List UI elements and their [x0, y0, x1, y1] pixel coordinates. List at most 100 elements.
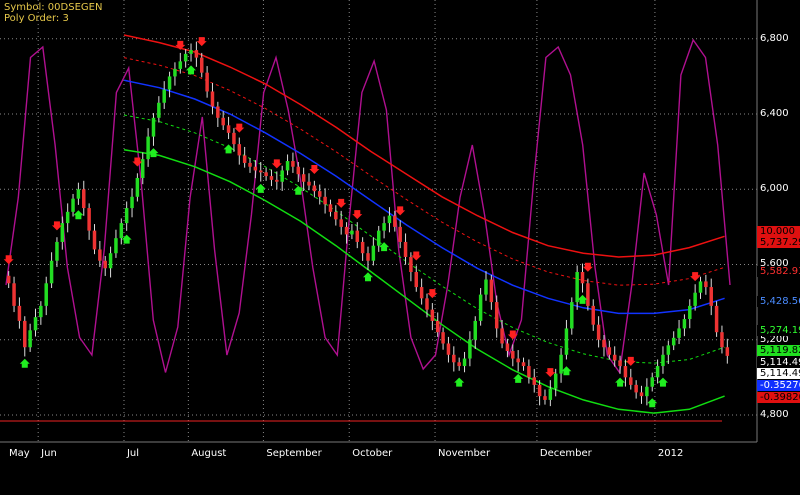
candle-down	[291, 161, 295, 167]
candle-up	[371, 245, 376, 261]
candle-up	[76, 189, 81, 199]
poly-order-label: Poly Order: 3	[4, 13, 69, 24]
candle-up	[173, 68, 177, 77]
candle-down	[521, 362, 526, 367]
candle-up	[688, 305, 692, 320]
candle-up	[570, 302, 574, 329]
candle-up	[114, 238, 118, 254]
candle-down	[543, 396, 547, 400]
candle-down	[275, 179, 279, 182]
candle-up	[478, 294, 483, 321]
candle-down	[221, 117, 225, 126]
candle-down	[301, 174, 306, 182]
candle-down	[296, 166, 301, 175]
candle-up	[49, 260, 54, 284]
candle-down	[591, 305, 595, 325]
candle-up	[157, 102, 161, 118]
candle-down	[435, 320, 440, 333]
candle-down	[205, 72, 209, 92]
candle-up	[666, 345, 671, 355]
candle-down	[360, 241, 365, 254]
candle-up	[130, 196, 134, 209]
candle-up	[285, 161, 290, 171]
candle-down	[398, 226, 402, 242]
candle-down	[505, 343, 510, 352]
candle-down	[527, 366, 531, 378]
candle-down	[98, 249, 102, 261]
price-chart[interactable]	[0, 0, 800, 495]
candle-up	[55, 241, 59, 261]
value-badge: 5,582.93	[757, 266, 800, 277]
candle-up	[548, 388, 553, 400]
y-tick-label: 6,000	[760, 183, 789, 195]
candle-down	[258, 170, 263, 173]
candle-down	[232, 132, 236, 145]
candle-down	[12, 283, 16, 306]
candle-down	[317, 191, 322, 197]
x-tick-label: May	[9, 448, 30, 459]
candle-up	[183, 53, 188, 62]
candle-up	[645, 386, 649, 397]
candle-up	[661, 354, 665, 367]
candle-up	[280, 170, 284, 182]
candle-down	[639, 392, 644, 397]
candle-up	[350, 230, 354, 235]
candle-up	[468, 339, 472, 359]
symbol-label: Symbol: 00DSEGEN	[4, 2, 103, 13]
candle-down	[23, 320, 27, 348]
candle-down	[612, 354, 617, 361]
candle-up	[564, 328, 569, 355]
candle-down	[425, 298, 429, 310]
candle-up	[382, 223, 386, 231]
candle-down	[328, 204, 333, 212]
candle-up	[119, 223, 124, 239]
candle-down	[704, 281, 708, 288]
candle-down	[516, 358, 520, 363]
y-tick-label: 6,800	[760, 32, 789, 44]
candle-up	[44, 283, 48, 306]
candle-up	[124, 208, 129, 224]
candle-down	[248, 162, 252, 167]
candle-down	[720, 332, 724, 348]
candle-up	[671, 337, 676, 346]
candle-up	[39, 305, 43, 318]
candle-down	[457, 362, 461, 367]
candle-down	[623, 366, 628, 378]
candle-up	[553, 373, 558, 389]
candle-down	[339, 219, 343, 227]
candle-up	[162, 89, 166, 103]
candle-up	[698, 281, 703, 293]
candle-down	[200, 57, 204, 73]
candle-up	[693, 292, 697, 306]
candle-down	[532, 377, 536, 385]
candle-down	[237, 144, 242, 156]
candle-down	[634, 384, 638, 393]
candle-down	[6, 275, 11, 284]
y-tick-label: 4,800	[760, 408, 789, 420]
candle-up	[151, 117, 156, 137]
candle-up	[484, 279, 488, 295]
candle-up	[167, 76, 172, 90]
candle-down	[82, 189, 86, 209]
candle-down	[264, 172, 268, 177]
value-badge: 5,119.82	[757, 345, 800, 356]
candle-down	[441, 332, 445, 344]
candle-up	[135, 177, 140, 197]
y-tick-label: 6,400	[760, 108, 789, 120]
value-badge: 5,114.49	[757, 357, 800, 368]
candle-down	[226, 125, 231, 133]
candle-down	[103, 260, 107, 269]
value-badge: 5,114.49	[757, 368, 800, 379]
candle-down	[494, 302, 499, 329]
candle-down	[312, 185, 317, 192]
candle-up	[575, 272, 579, 303]
candle-down	[269, 176, 274, 180]
candle-up	[178, 61, 183, 69]
candle-down	[393, 215, 397, 227]
candle-down	[725, 347, 730, 356]
candle-down	[17, 305, 22, 321]
candle-down	[430, 309, 435, 321]
candle-down	[253, 166, 258, 171]
candle-down	[607, 347, 612, 355]
candle-down	[216, 106, 220, 118]
